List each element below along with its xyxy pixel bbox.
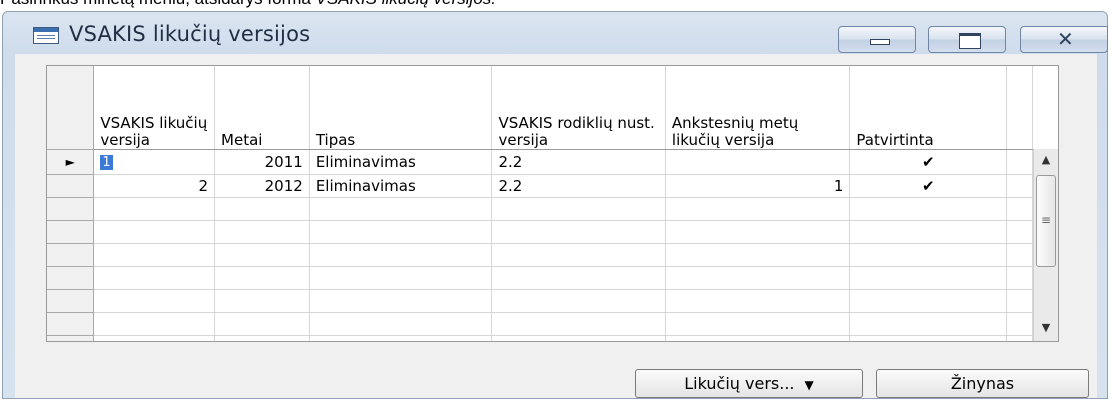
column-header-approved[interactable]: Patvirtinta [849, 66, 1008, 150]
maximize-button[interactable] [928, 26, 1006, 53]
reference-button[interactable]: Žinynas [876, 369, 1089, 398]
caption-text: Pasirinkus minėtą meniu, atsidarys forma [0, 0, 316, 8]
empty-row[interactable] [47, 220, 1058, 244]
row-selector[interactable] [47, 266, 95, 290]
close-icon: ✕ [1057, 27, 1074, 51]
row-selector[interactable] [47, 289, 95, 313]
row-selector[interactable]: ► [47, 149, 95, 175]
column-header-previous-version[interactable]: Ankstesnių metų likučių versija [665, 66, 851, 150]
form-body: VSAKIS likučių versija Metai Tipas VSAKI… [15, 54, 1097, 398]
cell-version[interactable]: 1 [93, 149, 216, 175]
balance-versions-label: Likučių vers... [684, 374, 795, 393]
cell-indicator-version[interactable]: 2.2 [491, 149, 666, 175]
cell-type[interactable]: Eliminavimas [309, 174, 493, 198]
scroll-up-icon[interactable]: ▲ [1034, 149, 1058, 171]
empty-row[interactable] [47, 335, 1058, 341]
table-row[interactable]: ► 1 2011 Eliminavimas 2.2 ✔ [47, 149, 1058, 175]
vertical-scrollbar[interactable]: ▲ ≡ ▼ [1033, 149, 1058, 341]
cell-previous-version[interactable] [665, 149, 851, 175]
scroll-thumb[interactable]: ≡ [1036, 175, 1056, 267]
maximize-icon [959, 33, 981, 49]
document-caption: Pasirinkus minėtą meniu, atsidarys forma… [0, 0, 496, 9]
versions-table: VSAKIS likučių versija Metai Tipas VSAKI… [47, 66, 1058, 341]
header-row: VSAKIS likučių versija Metai Tipas VSAKI… [47, 66, 1058, 150]
window-title: VSAKIS likučių versijos [69, 22, 311, 46]
check-icon[interactable]: ✔ [849, 174, 1008, 198]
empty-row[interactable] [47, 243, 1058, 267]
cell-year[interactable]: 2011 [214, 149, 310, 175]
row-selector[interactable] [47, 220, 95, 244]
form-icon [33, 27, 59, 44]
empty-row[interactable] [47, 266, 1058, 290]
cell-previous-version[interactable]: 1 [665, 174, 851, 198]
cell-type[interactable]: Eliminavimas [309, 149, 493, 175]
column-header-version[interactable]: VSAKIS likučių versija [93, 66, 216, 150]
row-selector[interactable] [47, 312, 95, 336]
row-selector[interactable] [47, 197, 95, 221]
row-selector[interactable] [47, 243, 95, 267]
column-header-year[interactable]: Metai [214, 66, 310, 150]
selected-cell-value[interactable]: 1 [100, 154, 113, 170]
scroll-down-icon[interactable]: ▼ [1034, 317, 1058, 339]
column-header-indicator-version[interactable]: VSAKIS rodiklių nust. versija [491, 66, 666, 150]
row-selector-header [47, 66, 95, 150]
cell-spacer [1006, 149, 1033, 175]
dropdown-arrow-icon: ▼ [804, 378, 814, 392]
balance-versions-menu-button[interactable]: Likučių vers... ▼ [635, 369, 863, 398]
table-row[interactable]: 2 2012 Eliminavimas 2.2 1 ✔ [47, 174, 1058, 198]
cell-spacer [1006, 174, 1033, 198]
form-window: VSAKIS likučių versijos ✕ VSAKIS likučių… [2, 11, 1108, 399]
check-icon[interactable]: ✔ [849, 149, 1008, 175]
empty-row[interactable] [47, 289, 1058, 313]
versions-grid[interactable]: VSAKIS likučių versija Metai Tipas VSAKI… [46, 65, 1059, 342]
cell-version[interactable]: 2 [93, 174, 216, 198]
minimize-icon [870, 39, 890, 45]
row-selector[interactable] [47, 335, 95, 341]
empty-row[interactable] [47, 312, 1058, 336]
column-header-spacer [1006, 66, 1033, 150]
close-button[interactable]: ✕ [1020, 26, 1108, 53]
caption-emphasis: VSAKIS likučių versijos. [316, 0, 496, 8]
row-selector[interactable] [47, 174, 95, 198]
scrollbar-header [1032, 66, 1058, 150]
cell-year[interactable]: 2012 [214, 174, 310, 198]
column-header-type[interactable]: Tipas [309, 66, 493, 150]
minimize-button[interactable] [838, 26, 916, 53]
cell-indicator-version[interactable]: 2.2 [491, 174, 666, 198]
title-bar[interactable]: VSAKIS likučių versijos ✕ [3, 12, 1108, 54]
empty-row[interactable] [47, 197, 1058, 221]
